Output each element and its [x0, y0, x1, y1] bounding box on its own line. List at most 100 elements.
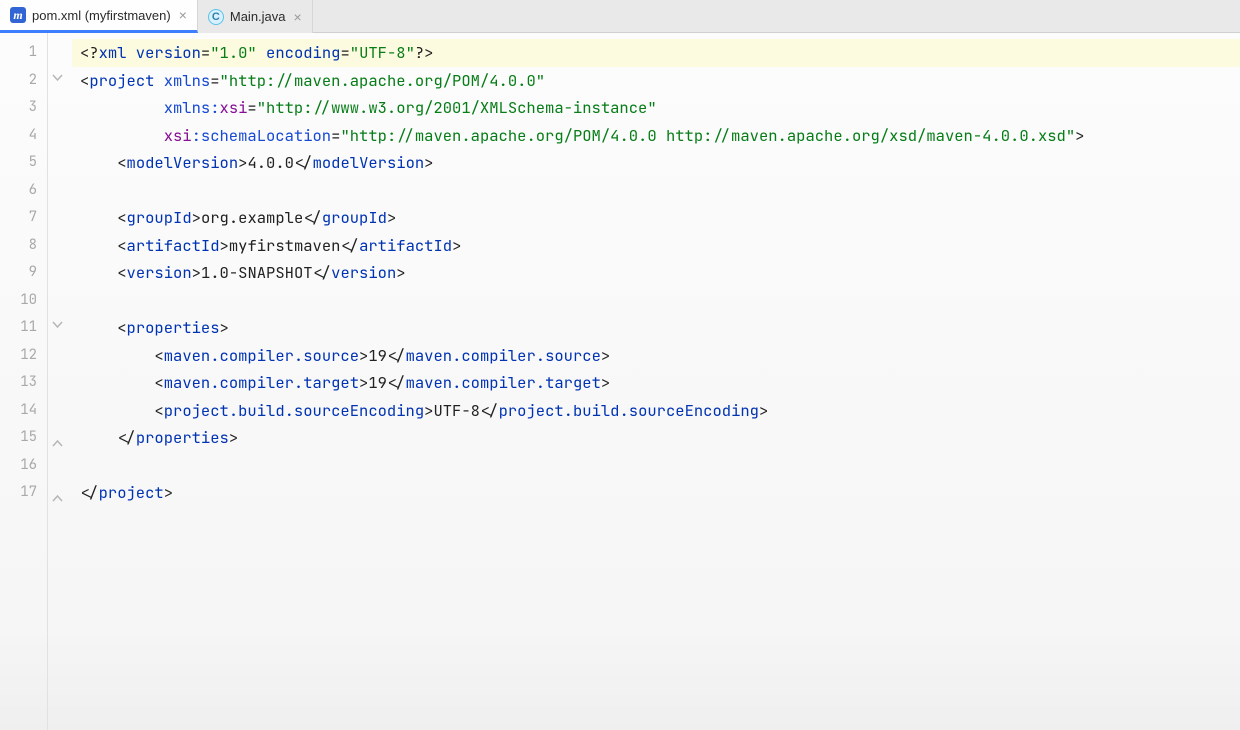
- close-icon[interactable]: ×: [292, 10, 304, 24]
- token: >: [229, 427, 238, 448]
- token: >: [396, 262, 405, 283]
- token: xmlns: [164, 70, 211, 91]
- token: >: [359, 345, 368, 366]
- token: xsi: [164, 125, 192, 146]
- line-number[interactable]: 5: [0, 149, 47, 177]
- code-line[interactable]: [80, 452, 1240, 480]
- token: </: [480, 400, 499, 421]
- line-number[interactable]: 1: [0, 39, 47, 67]
- token: <: [117, 235, 126, 256]
- line-number[interactable]: 17: [0, 479, 47, 507]
- token: maven.compiler.source: [406, 345, 601, 366]
- line-number-gutter[interactable]: 1234567891011121314151617: [0, 33, 48, 730]
- code-line[interactable]: <properties>: [80, 314, 1240, 342]
- line-number[interactable]: 14: [0, 397, 47, 425]
- token: <: [117, 262, 126, 283]
- token: </: [340, 235, 359, 256]
- code-line[interactable]: <maven.compiler.source>19</maven.compile…: [80, 342, 1240, 370]
- code-area[interactable]: <?xml version="1.0" encoding="UTF-8"?><p…: [72, 33, 1240, 730]
- java-class-icon: C: [208, 9, 224, 25]
- editor-tab[interactable]: mpom.xml (myfirstmaven)×: [0, 0, 198, 33]
- token: maven.compiler.target: [406, 372, 601, 393]
- code-line[interactable]: <project xmlns="http://maven.apache.org/…: [80, 67, 1240, 95]
- token: [80, 317, 117, 338]
- line-number[interactable]: 10: [0, 287, 47, 315]
- token: "http://maven.apache.org/POM/4.0.0": [220, 70, 546, 91]
- token: [80, 372, 154, 393]
- editor-tabbar: mpom.xml (myfirstmaven)×CMain.java×: [0, 0, 1240, 33]
- line-number[interactable]: 13: [0, 369, 47, 397]
- token: org.example: [201, 207, 303, 228]
- token: version: [127, 262, 192, 283]
- fold-close-icon[interactable]: [52, 440, 63, 447]
- code-line[interactable]: <maven.compiler.target>19</maven.compile…: [80, 369, 1240, 397]
- token: >: [192, 207, 201, 228]
- token: >: [192, 262, 201, 283]
- token: =: [340, 42, 349, 63]
- code-line[interactable]: <version>1.0-SNAPSHOT</version>: [80, 259, 1240, 287]
- line-number[interactable]: 8: [0, 232, 47, 260]
- code-line[interactable]: </properties>: [80, 424, 1240, 452]
- token: "http://www.w3.org/2001/XMLSchema-instan…: [257, 97, 657, 118]
- line-number[interactable]: 7: [0, 204, 47, 232]
- line-number[interactable]: 11: [0, 314, 47, 342]
- fold-strip[interactable]: [48, 33, 72, 730]
- code-line[interactable]: xmlns:xsi="http://www.w3.org/2001/XMLSch…: [80, 94, 1240, 122]
- token: 1.0-SNAPSHOT: [201, 262, 313, 283]
- close-icon[interactable]: ×: [177, 8, 189, 22]
- code-line[interactable]: xsi:schemaLocation="http://maven.apache.…: [80, 122, 1240, 150]
- code-editor[interactable]: 1234567891011121314151617 <?xml version=…: [0, 33, 1240, 730]
- token: </: [294, 152, 313, 173]
- line-number[interactable]: 2: [0, 67, 47, 95]
- token: project: [99, 482, 164, 503]
- fold-close-icon[interactable]: [52, 495, 63, 502]
- line-number[interactable]: 9: [0, 259, 47, 287]
- code-line[interactable]: [80, 287, 1240, 315]
- line-number[interactable]: 15: [0, 424, 47, 452]
- code-line[interactable]: <modelVersion>4.0.0</modelVersion>: [80, 149, 1240, 177]
- token: project: [89, 70, 163, 91]
- token: 19: [368, 345, 387, 366]
- token: [80, 152, 117, 173]
- token: >: [452, 235, 461, 256]
- fold-open-icon[interactable]: [52, 74, 63, 81]
- token: [80, 427, 117, 448]
- token: </: [313, 262, 332, 283]
- token: modelVersion: [313, 152, 425, 173]
- line-number[interactable]: 6: [0, 177, 47, 205]
- code-line[interactable]: [80, 177, 1240, 205]
- line-number[interactable]: 4: [0, 122, 47, 150]
- code-line[interactable]: <project.build.sourceEncoding>UTF-8</pro…: [80, 397, 1240, 425]
- token: groupId: [127, 207, 192, 228]
- token: [80, 235, 117, 256]
- code-line[interactable]: <artifactId>myfirstmaven</artifactId>: [80, 232, 1240, 260]
- token: modelVersion: [127, 152, 239, 173]
- token: </: [117, 427, 136, 448]
- token: ?>: [415, 42, 434, 63]
- token: project.build.sourceEncoding: [164, 400, 424, 421]
- editor-tab[interactable]: CMain.java×: [198, 0, 313, 33]
- token: <: [80, 70, 89, 91]
- token: maven.compiler.target: [164, 372, 359, 393]
- maven-icon: m: [10, 7, 26, 23]
- code-line[interactable]: <groupId>org.example</groupId>: [80, 204, 1240, 232]
- token: myfirstmaven: [229, 235, 341, 256]
- token: </: [303, 207, 322, 228]
- line-number[interactable]: 3: [0, 94, 47, 122]
- fold-open-icon[interactable]: [52, 321, 63, 328]
- line-number[interactable]: 12: [0, 342, 47, 370]
- token: xml version: [99, 42, 201, 63]
- code-line[interactable]: <?xml version="1.0" encoding="UTF-8"?>: [72, 39, 1240, 67]
- line-number[interactable]: 16: [0, 452, 47, 480]
- token: <: [154, 372, 163, 393]
- token: >: [220, 235, 229, 256]
- token: =: [210, 70, 219, 91]
- token: groupId: [322, 207, 387, 228]
- code-line[interactable]: </project>: [80, 479, 1240, 507]
- token: >: [759, 400, 768, 421]
- token: [80, 207, 117, 228]
- token: artifactId: [127, 235, 220, 256]
- token: >: [601, 345, 610, 366]
- token: >: [1075, 125, 1084, 146]
- token: "UTF-8": [350, 42, 415, 63]
